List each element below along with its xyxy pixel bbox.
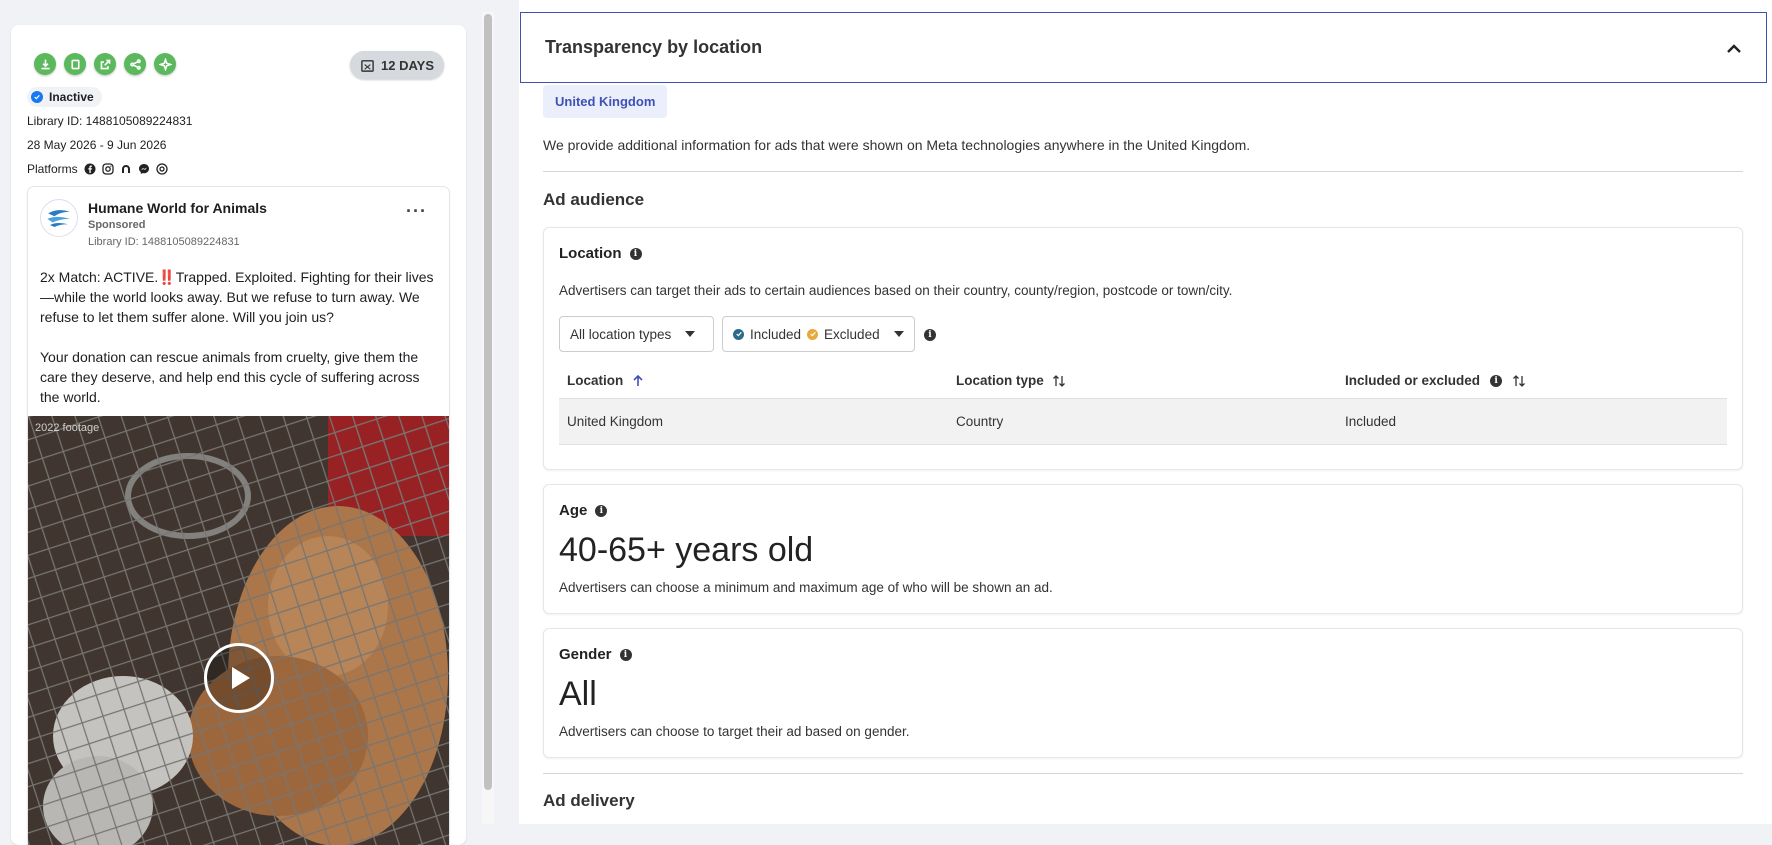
age-title: Age: [559, 502, 588, 519]
platforms-label: Platforms: [27, 162, 78, 176]
gender-value: All: [559, 675, 597, 713]
status-check-icon: [31, 91, 43, 103]
download-icon: [40, 59, 50, 69]
audience-network-icon: [121, 165, 130, 173]
location-title: Location: [559, 245, 622, 262]
filter-info-icon[interactable]: i: [924, 329, 936, 341]
ad-action-toolbar: [34, 53, 176, 75]
caret-down-icon: [685, 331, 696, 337]
sort-icon[interactable]: [1052, 374, 1066, 388]
chevron-up-icon[interactable]: [1726, 41, 1742, 57]
ad-library-id: Library ID: 1488105089224831: [88, 236, 240, 248]
advertiser-logo-icon: [43, 202, 75, 234]
location-description: Advertisers can target their ads to cert…: [559, 283, 1233, 298]
share-button[interactable]: [124, 53, 146, 75]
inclusion-select[interactable]: Included Excluded: [722, 316, 915, 352]
gender-description: Advertisers can choose to target their a…: [559, 724, 910, 739]
divider: [543, 171, 1743, 172]
location-type-value: All location types: [570, 326, 672, 342]
age-description: Advertisers can choose a minimum and max…: [559, 580, 1053, 595]
info-icon[interactable]: i: [629, 247, 642, 260]
avatar[interactable]: [40, 199, 78, 237]
cell-included: Included: [1345, 414, 1397, 429]
messenger-icon: [138, 164, 149, 174]
section-title: Transparency by location: [545, 37, 763, 57]
left-scrollbar-thumb[interactable]: [484, 14, 492, 790]
info-icon[interactable]: i: [595, 504, 608, 517]
external-link-icon: [100, 59, 110, 69]
instagram-icon: [102, 163, 114, 175]
ai-sparkle-button[interactable]: [154, 53, 176, 75]
table-row: United Kingdom Country Included: [559, 399, 1727, 445]
ad-details-panel: 12 DAYS Inactive Library ID: 14881050892…: [11, 25, 466, 845]
country-tab[interactable]: United Kingdom: [543, 85, 668, 118]
ad-body-text: 2x Match: ACTIVE.‼️Trapped. Exploited. F…: [40, 269, 434, 405]
duration-badge: 12 DAYS: [350, 51, 444, 79]
media-caption: 2022 footage: [35, 422, 100, 434]
threads-icon: [156, 163, 168, 175]
calendar-icon: [361, 59, 374, 72]
duration-label: 12 DAYS: [381, 57, 434, 73]
copy-button[interactable]: [64, 53, 86, 75]
intro-text: We provide additional information for ad…: [543, 137, 1251, 153]
advertiser-header: Humane World for Animals Sponsored Libra…: [40, 199, 267, 251]
cell-location-type: Country: [956, 414, 1004, 429]
excluded-check-icon: [807, 328, 819, 340]
play-button[interactable]: [204, 643, 274, 713]
transparency-panel: Transparency by location United Kingdom …: [519, 0, 1772, 824]
age-title-row: Age i: [559, 502, 608, 519]
age-card: Age i 40-65+ years old Advertisers can c…: [543, 484, 1743, 614]
date-range: 28 May 2026 - 9 Jun 2026: [27, 138, 167, 152]
sparkle-icon: [158, 57, 172, 71]
more-options-button[interactable]: ···: [406, 201, 427, 222]
divider: [543, 773, 1743, 774]
column-location-type[interactable]: Location type: [948, 373, 1337, 388]
share-icon: [129, 58, 141, 70]
facebook-icon: [84, 163, 96, 175]
download-button[interactable]: [34, 53, 56, 75]
status-badge: Inactive: [27, 87, 102, 107]
status-label: Inactive: [49, 90, 94, 104]
caret-down-icon: [893, 331, 904, 337]
column-included-excluded[interactable]: Included or excluded i: [1337, 373, 1727, 388]
gender-title-row: Gender i: [559, 646, 632, 663]
age-value: 40-65+ years old: [559, 531, 814, 569]
gender-title: Gender: [559, 646, 612, 663]
included-check-icon: [733, 328, 744, 340]
location-title-row: Location i: [559, 245, 642, 262]
gender-card: Gender i All Advertisers can choose to t…: [543, 628, 1743, 758]
cell-location: United Kingdom: [567, 414, 664, 429]
included-option: Included: [750, 326, 802, 342]
video-thumbnail: [28, 416, 449, 845]
advertiser-name[interactable]: Humane World for Animals: [88, 199, 267, 217]
excluded-option: Excluded: [824, 326, 880, 342]
sort-icon[interactable]: [1512, 374, 1526, 388]
sort-asc-icon[interactable]: [631, 374, 645, 388]
location-type-select[interactable]: All location types: [559, 316, 714, 352]
ad-video[interactable]: 2022 footage: [28, 416, 449, 845]
play-icon: [232, 667, 250, 689]
open-external-button[interactable]: [94, 53, 116, 75]
table-header: Location Location type Included or exclu…: [559, 363, 1727, 399]
ad-audience-heading: Ad audience: [543, 190, 645, 209]
location-table: Location Location type Included or exclu…: [559, 363, 1727, 445]
ad-delivery-heading: Ad delivery: [543, 791, 635, 810]
ad-preview-card: Humane World for Animals Sponsored Libra…: [28, 187, 449, 845]
library-id: Library ID: 1488105089224831: [27, 114, 193, 128]
info-icon[interactable]: i: [1490, 374, 1503, 387]
location-card: Location i Advertisers can target their …: [543, 227, 1743, 470]
copy-icon: [70, 59, 80, 69]
platforms-row: Platforms: [27, 162, 168, 176]
sponsored-label: Sponsored: [88, 219, 146, 231]
column-location[interactable]: Location: [559, 373, 948, 388]
transparency-section-header[interactable]: Transparency by location: [520, 12, 1767, 83]
info-icon[interactable]: i: [619, 648, 632, 661]
